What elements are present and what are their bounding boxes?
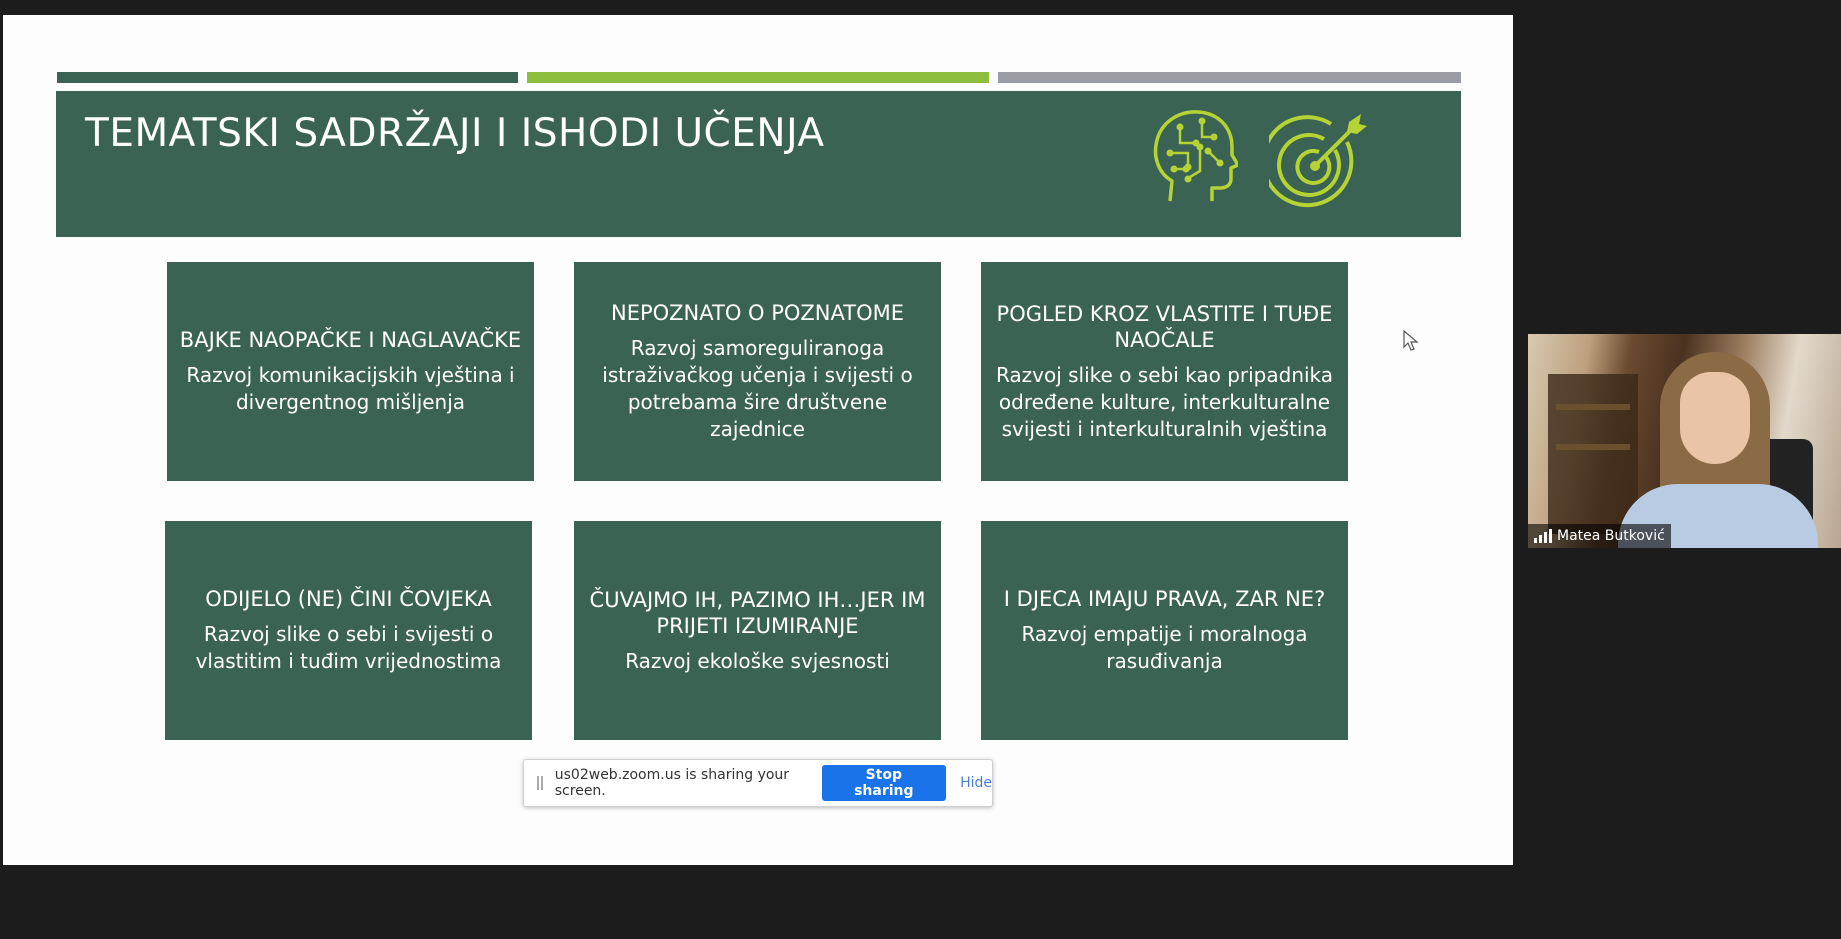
- topic-card-desc: Razvoj komunikacijskih vještina i diverg…: [186, 363, 515, 414]
- share-message: us02web.zoom.us is sharing your screen.: [554, 767, 790, 799]
- hide-link[interactable]: Hide: [960, 775, 992, 791]
- stop-sharing-button[interactable]: Stop sharing: [821, 765, 947, 801]
- topic-card-desc: Razvoj samoreguliranoga istraživačkog uč…: [602, 336, 913, 441]
- topic-card-2: NEPOZNATO O POZNATOME Razvoj samoregulir…: [574, 262, 941, 481]
- topic-card-desc: Razvoj slike o sebi kao pripadnika određ…: [995, 362, 1334, 441]
- participant-video[interactable]: Matea Butković: [1528, 334, 1841, 548]
- topic-card-desc: Razvoj slike o sebi i svijesti o vlastit…: [195, 622, 502, 673]
- signal-strength-icon: [1534, 529, 1552, 543]
- brain-head-icon: [1153, 110, 1238, 202]
- slide-title: TEMATSKI SADRŽAJI I ISHODI UČENJA: [85, 111, 825, 156]
- topic-card-5: ČUVAJMO IH, PAZIMO IH…JER IM PRIJETI IZU…: [574, 521, 941, 740]
- topic-card-title: ODIJELO (NE) ČINI ČOVJEKA: [205, 587, 492, 611]
- accent-bar-gray: [998, 72, 1461, 83]
- topic-card-desc: Razvoj ekološke svjesnosti: [625, 648, 890, 673]
- drag-handle-icon[interactable]: [537, 776, 543, 790]
- title-band: TEMATSKI SADRŽAJI I ISHODI UČENJA: [56, 91, 1461, 237]
- topic-card-title: BAJKE NAOPAČKE I NAGLAVAČKE: [179, 328, 522, 352]
- topic-card-3: POGLED KROZ VLASTITE I TUĐE NAOČALE Razv…: [981, 262, 1348, 481]
- accent-bar-dark: [57, 72, 518, 83]
- topic-card-desc: Razvoj empatije i moralnoga rasuđivanja: [1021, 622, 1308, 673]
- topic-card-4: ODIJELO (NE) ČINI ČOVJEKA Razvoj slike o…: [165, 521, 532, 740]
- video-shelf-board: [1556, 404, 1630, 410]
- topic-card-6: I DJECA IMAJU PRAVA, ZAR NE? Razvoj empa…: [981, 521, 1348, 740]
- topic-card-title: NEPOZNATO O POZNATOME: [610, 301, 904, 325]
- target-arrow-icon: [1269, 114, 1367, 208]
- topic-card-title: ČUVAJMO IH, PAZIMO IH…JER IM PRIJETI IZU…: [589, 587, 926, 638]
- mouse-cursor-icon: [1403, 330, 1419, 351]
- video-shelf-board: [1556, 444, 1630, 450]
- video-person-face: [1680, 372, 1750, 464]
- topic-card-1: BAJKE NAOPAČKE I NAGLAVAČKE Razvoj komun…: [167, 262, 534, 481]
- topic-card-title: I DJECA IMAJU PRAVA, ZAR NE?: [1003, 587, 1326, 611]
- video-bookshelf: [1548, 374, 1638, 534]
- accent-bar-lime: [527, 72, 989, 83]
- participant-name: Matea Butković: [1557, 528, 1665, 544]
- screen-share-bar: us02web.zoom.us is sharing your screen. …: [523, 759, 993, 807]
- participant-name-tag: Matea Butković: [1528, 524, 1671, 548]
- topic-card-title: POGLED KROZ VLASTITE I TUĐE NAOČALE: [996, 301, 1333, 352]
- shared-slide: TEMATSKI SADRŽAJI I ISHODI UČENJA BAJKE …: [3, 15, 1513, 865]
